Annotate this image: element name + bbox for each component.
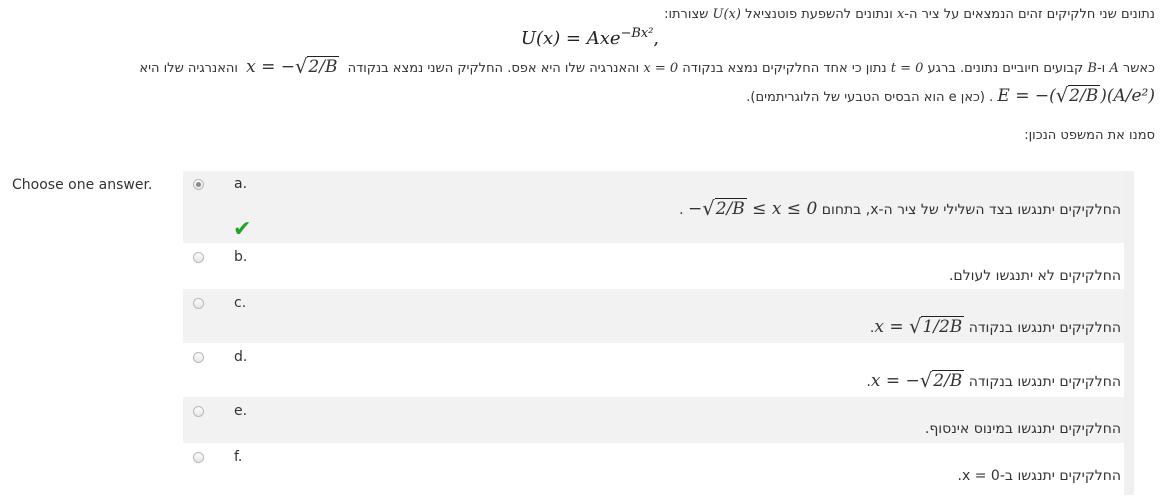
question-text: ו- [1096, 61, 1110, 76]
equation-tail: , [653, 28, 660, 49]
math-pre: x = [874, 317, 909, 337]
answer-option-d[interactable]: d. החלקיקים יתנגשו בנקודה x = −√2/B. [183, 343, 1134, 397]
question-text: נתון כי אחד החלקיקים נמצא בנקודה [678, 61, 891, 76]
sqrt-content: 2/B [307, 56, 340, 77]
checkmark-icon: ✔ [233, 217, 252, 242]
option-letter: a. [234, 176, 248, 192]
sqrt: √2/B [1055, 84, 1101, 107]
option-text: החלקיקים יתנגשו ב-0 = x. [957, 468, 1121, 484]
option-math: −√2/B ≤ x ≤ 0 [688, 197, 817, 220]
answer-option-a[interactable]: a. החלקיקים יתנגשו בצד השלילי של ציר ה-x… [183, 171, 1134, 243]
sqrt: √2/B [702, 197, 747, 220]
choose-one-label: Choose one answer. [12, 177, 153, 193]
radio-e[interactable] [193, 406, 204, 417]
radio-b[interactable] [193, 252, 204, 263]
option-letter: e. [234, 403, 248, 419]
option-text-he: החלקיקים יתנגשו בנקודה [964, 374, 1121, 390]
math-e: E = −( [997, 86, 1056, 106]
math-pre: x = − [870, 371, 920, 391]
question-note: . (כאן e הוא הבסיס הטבעי של הלוגריתמים). [746, 90, 998, 105]
math-u: U(x) [712, 7, 741, 22]
answer-option-c[interactable]: c. החלקיקים יתנגשו בנקודה x = √1/2B. [183, 289, 1134, 343]
sqrt-content: 2/B [1068, 85, 1101, 106]
sqrt-content: 2/B [932, 370, 965, 391]
answer-option-b[interactable]: b. החלקיקים לא יתנגשו לעולם. [183, 243, 1134, 289]
sqrt: √2/B [294, 55, 340, 78]
answer-list: a. החלקיקים יתנגשו בצד השלילי של ציר ה-x… [183, 171, 1134, 495]
option-math: x = −√2/B [870, 369, 965, 392]
question-line-2: כאשר A ו-B קבועים חיוביים נתונים. ברגע t… [139, 55, 1155, 78]
equation-main: U(x) = Axe [520, 28, 621, 49]
radio-f[interactable] [193, 452, 204, 463]
math-energy: E = −(√2/B)(A/e²) [997, 84, 1155, 107]
option-letter: f. [234, 449, 243, 465]
option-text: החלקיקים יתנגשו במינוס אינסוף. [924, 421, 1121, 437]
sqrt-content: 1/2B [921, 316, 965, 337]
option-tail: . [679, 202, 689, 218]
question-text: והאנרגיה שלו היא [139, 61, 243, 76]
math-x0: x = 0 [643, 61, 679, 76]
sqrt: √2/B [919, 369, 965, 392]
sqrt: √1/2B [908, 315, 965, 338]
question-line-3: E = −(√2/B)(A/e²) . (כאן e הוא הבסיס הטב… [746, 84, 1155, 107]
equation-exponent: −Bx² [620, 26, 654, 41]
math-x-eq: x = − [246, 57, 295, 77]
question-text: כאשר [1118, 61, 1155, 76]
answer-option-f[interactable]: f. החלקיקים יתנגשו ב-0 = x. [183, 443, 1134, 495]
math-pre: − [688, 199, 703, 219]
question-text: שצורתו: [664, 7, 713, 22]
option-letter: b. [234, 249, 248, 265]
radio-d[interactable] [193, 352, 204, 363]
option-text: החלקיקים יתנגשו בנקודה x = −√2/B. [866, 369, 1121, 392]
math-e2: )(A/e²) [1100, 86, 1155, 106]
option-text: החלקיקים יתנגשו בצד השלילי של ציר ה-x, ב… [679, 197, 1121, 220]
potential-equation: U(x) = Axe−Bx², [0, 26, 1162, 49]
radio-a[interactable] [193, 179, 204, 190]
question-text: והאנרגיה שלו היא אפס. החלקיק השני נמצא ב… [343, 61, 644, 76]
option-letter: d. [234, 349, 248, 365]
sqrt-content: 2/B [714, 198, 747, 219]
question-text: נתונים שני חלקיקים זהים הנמצאים על ציר ה… [904, 7, 1155, 22]
math-post: ≤ x ≤ 0 [746, 199, 818, 219]
option-letter: c. [234, 295, 247, 311]
question-text: קבועים חיוביים נתונים. ברגע [923, 61, 1088, 76]
option-text-he: החלקיקים יתנגשו בנקודה [964, 320, 1121, 336]
radio-c[interactable] [193, 298, 204, 309]
question-line-1: נתונים שני חלקיקים זהים הנמצאים על ציר ה… [664, 7, 1155, 22]
math-b: B [1087, 61, 1097, 76]
question-instruction: סמנו את המשפט הנכון: [1024, 128, 1155, 143]
option-text-he: החלקיקים יתנגשו בצד השלילי של ציר ה-x, ב… [817, 202, 1121, 218]
option-text: החלקיקים יתנגשו בנקודה x = √1/2B. [870, 315, 1121, 338]
answer-option-e[interactable]: e. החלקיקים יתנגשו במינוס אינסוף. [183, 397, 1134, 443]
math-t0: t = 0 [890, 61, 924, 76]
option-text: החלקיקים לא יתנגשו לעולם. [948, 268, 1121, 284]
question-text: ונתונים להשפעת פוטנציאל [740, 7, 897, 22]
math-a: A [1109, 61, 1119, 76]
math-x-position: x = −√2/B [246, 55, 340, 78]
option-math: x = √1/2B [874, 315, 965, 338]
